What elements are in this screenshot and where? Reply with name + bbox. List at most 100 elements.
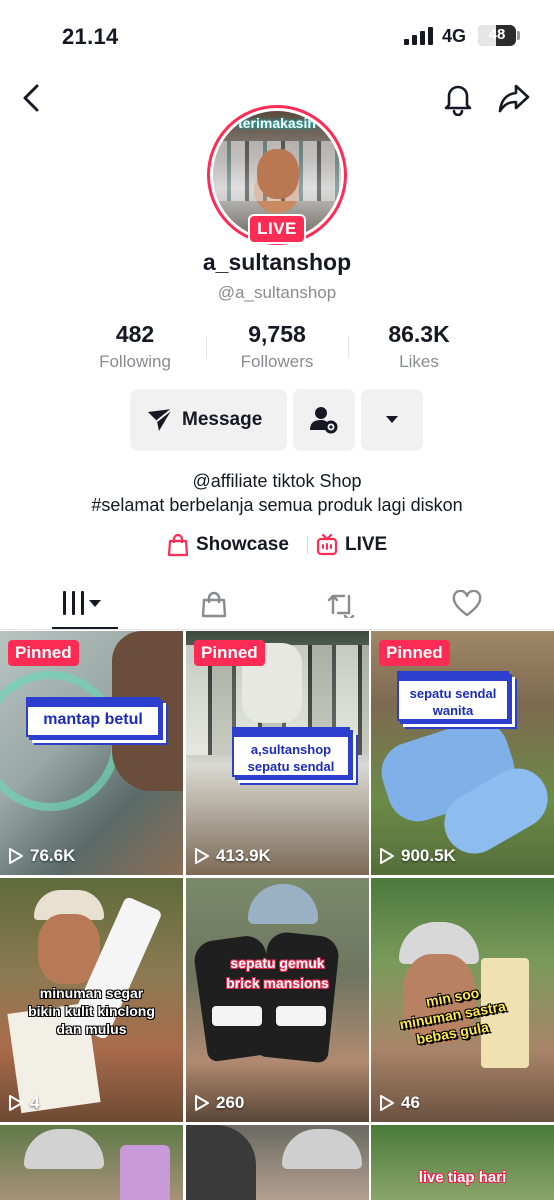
caption-text: sepatu gemuk (230, 955, 325, 971)
caption-card: sepatu sendal wanita (397, 671, 509, 721)
battery-tip (517, 31, 520, 40)
play-icon (195, 848, 209, 864)
stat-divider (206, 336, 207, 358)
chevron-left-icon[interactable] (14, 80, 50, 116)
fan-blade-shape (0, 671, 120, 811)
caption-text: sepatu sendal (409, 686, 497, 701)
caption-text: wanita (432, 703, 474, 718)
user-gear-icon (310, 407, 338, 434)
status-time: 21.14 (62, 24, 119, 49)
play-icon (9, 848, 23, 864)
network-type: 4G (442, 26, 467, 46)
tab-videos[interactable] (16, 578, 154, 630)
status-bar: 21.14 4G 48 (0, 0, 554, 70)
repost-icon (327, 594, 355, 618)
shoe-sole-shape (276, 1006, 326, 1026)
live-badge[interactable]: LIVE (248, 214, 306, 244)
video-tile[interactable] (0, 1125, 183, 1200)
caret-down-icon (386, 416, 398, 423)
video-tile[interactable]: live tiap hari (371, 1125, 554, 1200)
message-label: Message (182, 409, 263, 430)
video-tile[interactable]: minuman segar bikin kulit kinclong dan m… (0, 878, 183, 1122)
caption-text: live tiap hari (418, 1169, 507, 1186)
caption-card: mantap betul (26, 697, 160, 737)
caption-text: a,sultanshop (250, 742, 332, 757)
pinned-badge: Pinned (8, 640, 79, 666)
share-arrow-icon[interactable] (496, 80, 532, 116)
caption-text: brick mansions (226, 975, 329, 991)
avatar-overlay-text: terimakasih (238, 115, 316, 131)
followers-label: Followers (240, 352, 314, 371)
more-options-button[interactable] (361, 389, 423, 451)
view-count-text: 260 (216, 1093, 245, 1112)
pinned-badge: Pinned (379, 640, 450, 666)
stat-divider (348, 336, 349, 358)
grid-bars-icon (63, 591, 101, 615)
caption-card: a,sultanshop sepatu sendal (232, 727, 350, 777)
view-count-text: 46 (401, 1093, 420, 1112)
bio-line: #selamat berbelanja semua produk lagi di… (91, 495, 463, 515)
following-count: 482 (115, 321, 155, 347)
bio-line: @affiliate tiktok Shop (192, 471, 362, 491)
card-header-bar (399, 673, 507, 681)
card-header-bar (234, 729, 348, 737)
user-handle: @a_sultanshop (217, 283, 337, 302)
live-tv-icon (316, 533, 338, 556)
bell-icon[interactable] (440, 80, 476, 116)
shopping-bag-icon (167, 533, 189, 557)
video-tile[interactable]: Pinned mantap betul 76.6K (0, 631, 183, 875)
stat-followers[interactable]: 9,758 Followers (212, 321, 342, 372)
shopping-bag-icon (201, 591, 227, 618)
cap-shape (282, 1129, 362, 1169)
battery-icon: 48 (478, 25, 516, 46)
tabs-divider (0, 629, 554, 630)
battery-percent: 48 (488, 26, 506, 43)
likes-count: 86.3K (388, 321, 450, 347)
play-icon (195, 1095, 209, 1111)
view-count-text: 900.5K (401, 846, 456, 865)
message-button[interactable]: Message (130, 389, 287, 451)
likes-label: Likes (399, 352, 439, 371)
view-count-text: 413.9K (216, 846, 271, 865)
cap-shape (24, 1129, 104, 1169)
video-tile[interactable]: Pinned a,sultanshop sepatu sendal 413.9K (186, 631, 369, 875)
caption-text: sepatu sendal (247, 759, 335, 774)
live-label: LIVE (345, 534, 388, 555)
showcase-link[interactable]: Showcase (167, 533, 297, 557)
video-tile[interactable]: sepatu gemuk brick mansions 260 (186, 878, 369, 1122)
profile-tabs (0, 578, 554, 630)
play-icon (380, 1095, 394, 1111)
video-tile[interactable] (186, 1125, 369, 1200)
video-tile[interactable]: Pinned sepatu sendal wanita 900.5K (371, 631, 554, 875)
card-header-bar (28, 699, 158, 707)
shoe-sole-shape (212, 1006, 262, 1026)
caption-text: bikin kulit kinclong (28, 1003, 155, 1019)
tire-shape (186, 1125, 256, 1200)
tab-shop[interactable] (145, 578, 283, 630)
link-divider (307, 536, 308, 554)
pinned-badge: Pinned (194, 640, 265, 666)
view-count-text: 4 (30, 1093, 40, 1112)
heart-icon (452, 590, 482, 617)
live-link[interactable]: LIVE (316, 533, 396, 557)
following-label: Following (99, 352, 171, 371)
play-icon (9, 1095, 23, 1111)
username: a_sultanshop (202, 249, 352, 275)
video-tile[interactable]: min soo minuman sastra bebas gula 46 (371, 878, 554, 1122)
view-count-text: 76.6K (30, 846, 76, 865)
play-icon (380, 848, 394, 864)
cellular-signal-icon (404, 27, 433, 45)
showcase-label: Showcase (196, 534, 289, 555)
stat-following[interactable]: 482 Following (70, 321, 200, 372)
user-settings-button[interactable] (293, 389, 355, 451)
tab-reposts[interactable] (272, 578, 410, 630)
send-icon (148, 408, 173, 431)
cap-shape (248, 884, 318, 924)
video-grid: Pinned mantap betul 76.6K Pinned a,sulta… (0, 631, 554, 1200)
stat-likes[interactable]: 86.3K Likes (354, 321, 484, 372)
shoe-shape (255, 930, 341, 1064)
caption-text: mantap betul (43, 711, 143, 728)
product-shape (120, 1145, 170, 1200)
caption-text: minuman segar (39, 985, 144, 1001)
tab-liked[interactable] (398, 578, 536, 630)
